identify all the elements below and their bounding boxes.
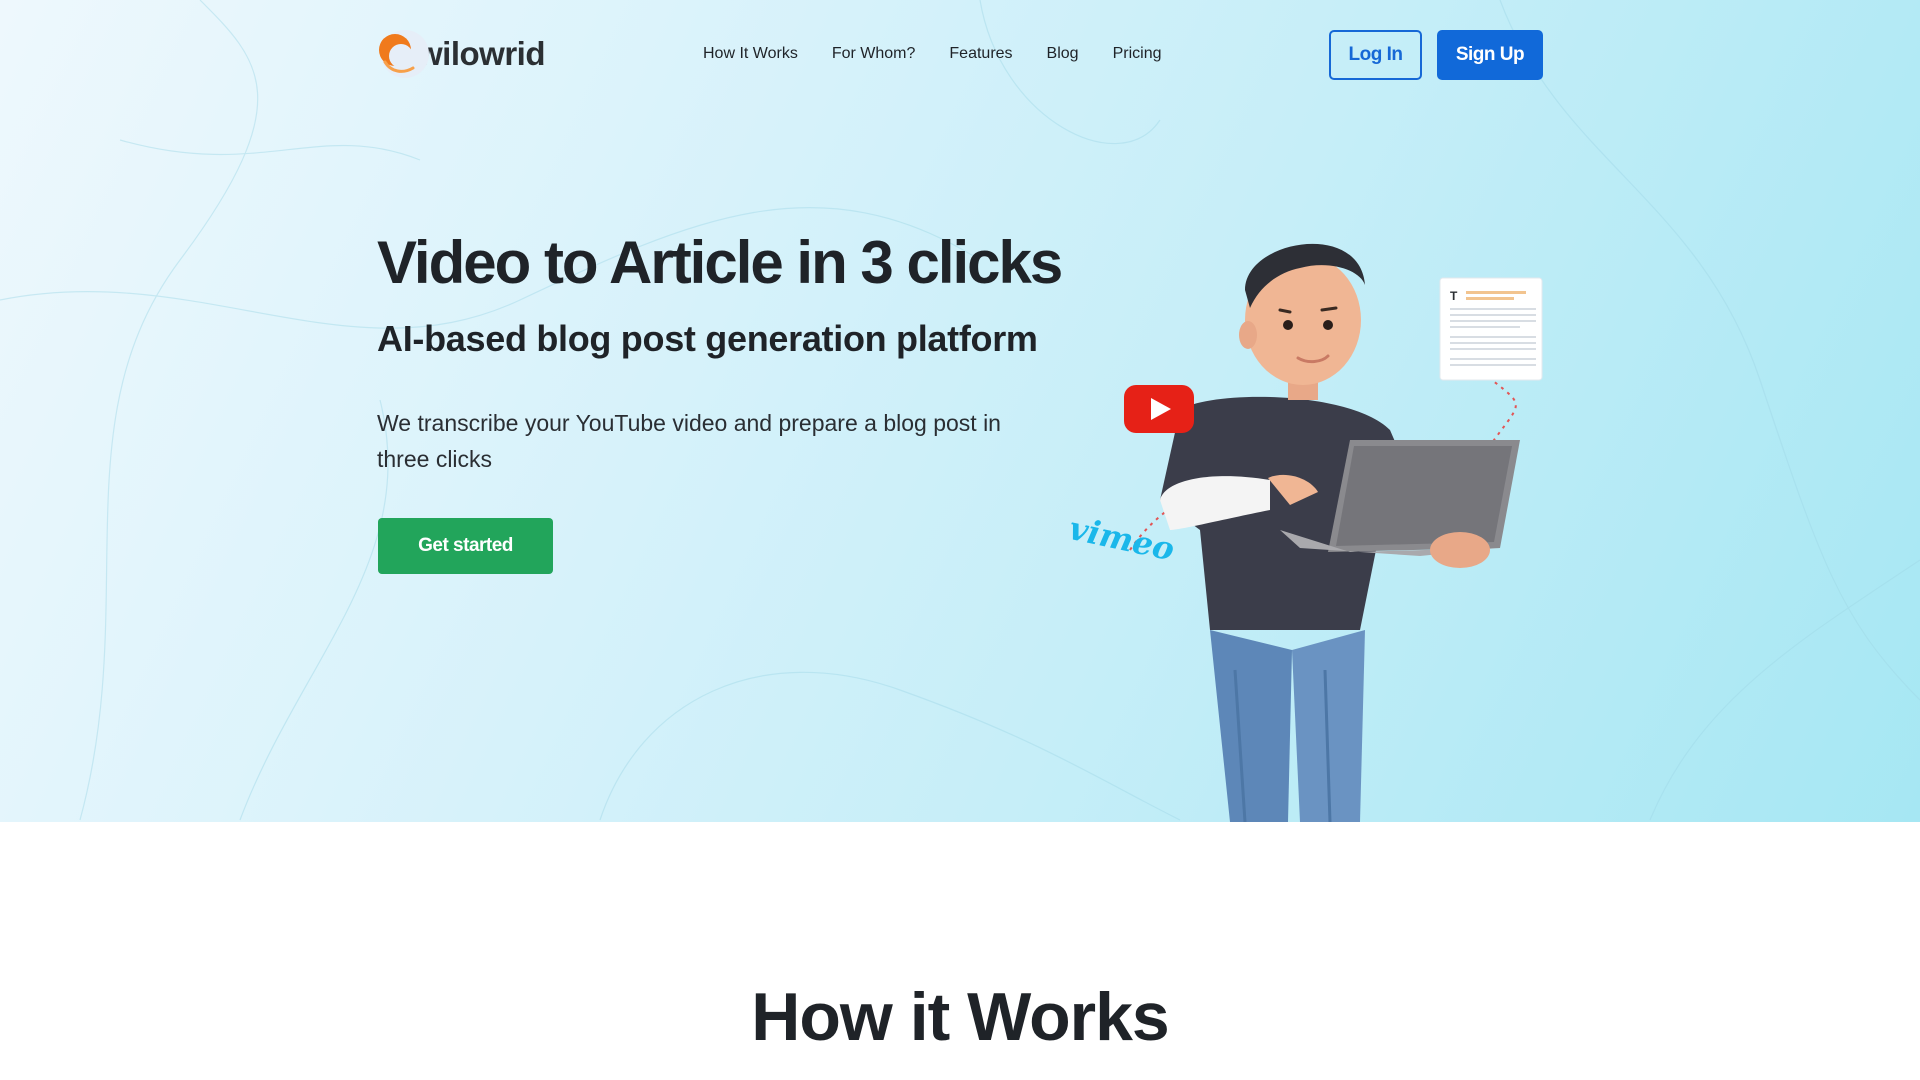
nav-item-blog[interactable]: Blog (1047, 42, 1079, 66)
get-started-button[interactable]: Get started (378, 518, 553, 574)
nav-item-features[interactable]: Features (949, 42, 1012, 66)
hero-subtitle: AI-based blog post generation platform (377, 318, 1038, 359)
brand-name: wilowrid (417, 35, 546, 72)
character-head (1239, 243, 1365, 400)
article-document-icon: T (1439, 277, 1543, 381)
logo-icon (377, 28, 429, 80)
youtube-icon (1124, 385, 1194, 433)
nav-item-pricing[interactable]: Pricing (1113, 42, 1162, 66)
hero-description: We transcribe your YouTube video and pre… (377, 410, 1001, 472)
nav-item-how-it-works[interactable]: How It Works (703, 42, 798, 66)
site-header: wilowrid How It Works For Whom? Features… (0, 0, 1920, 110)
character-legs (1210, 630, 1365, 822)
brand-logo[interactable]: wilowrid (377, 28, 546, 80)
how-it-works-title: How it Works (751, 979, 1169, 1055)
login-button[interactable]: Log In (1329, 30, 1422, 80)
hero-title: Video to Article in 3 clicks (377, 229, 1063, 296)
signup-button[interactable]: Sign Up (1437, 30, 1543, 80)
hero-illustration: vimeo T (1066, 243, 1543, 822)
document-letter: T (1450, 289, 1458, 303)
nav-item-for-whom[interactable]: For Whom? (832, 42, 916, 66)
hero-section: wilowrid How It Works For Whom? Features… (0, 0, 1920, 822)
main-nav: How It Works For Whom? Features Blog Pri… (703, 42, 1195, 66)
vimeo-logo: vimeo (1066, 509, 1178, 568)
